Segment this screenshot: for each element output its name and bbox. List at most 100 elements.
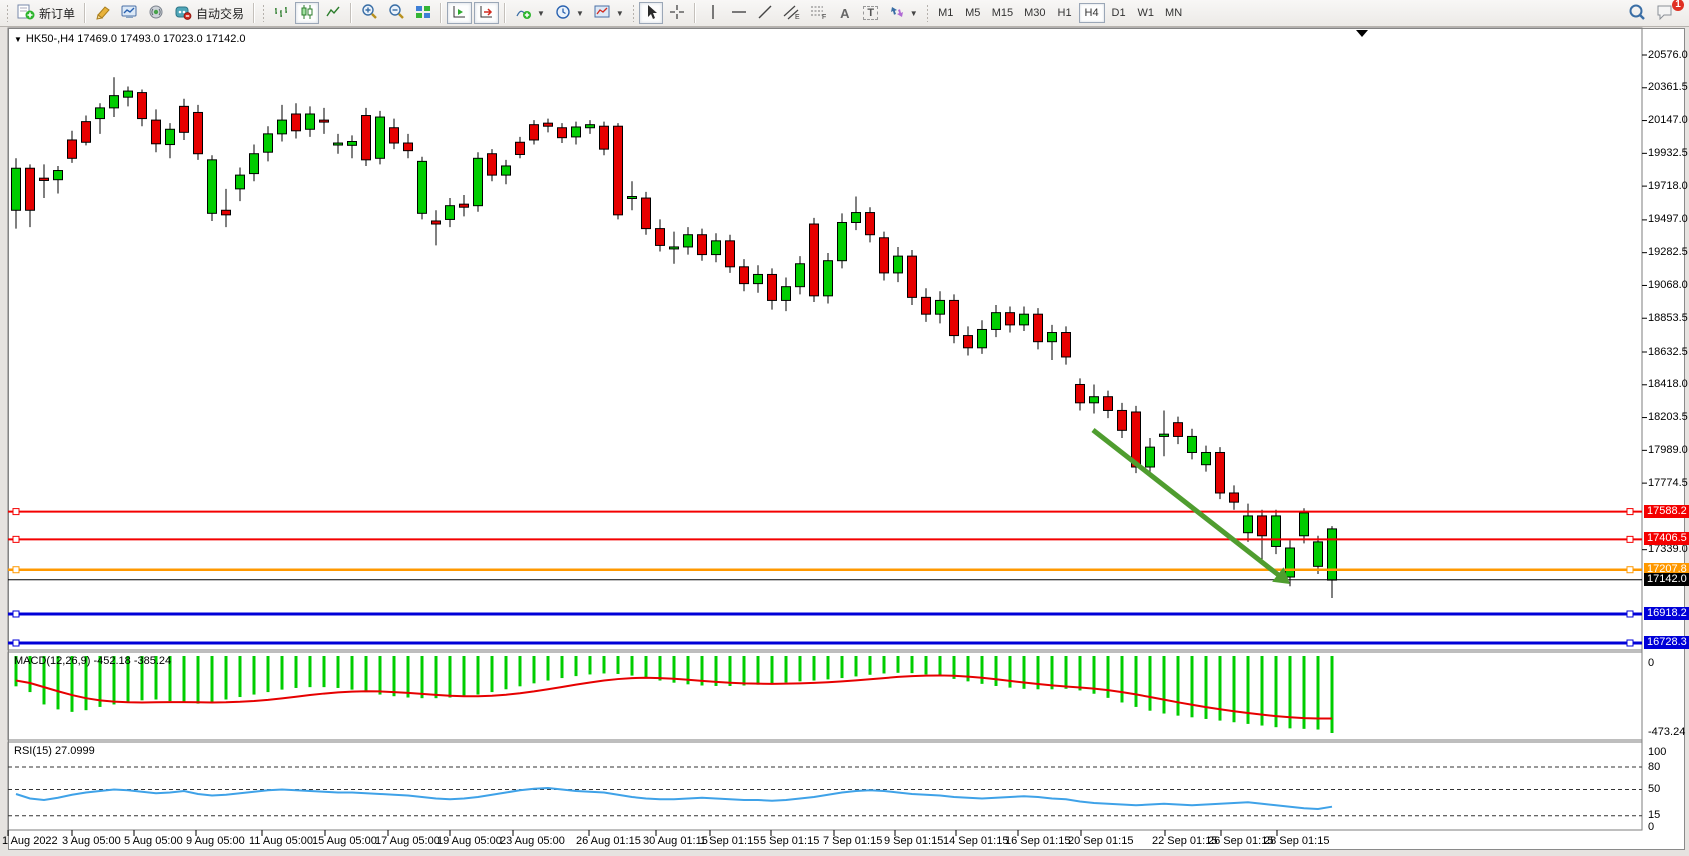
timeframe-button-h4[interactable]: H4 — [1079, 3, 1105, 23]
price-tick-label: 19932.5 — [1648, 147, 1688, 159]
cursor-icon — [644, 4, 658, 23]
indicators-icon — [515, 4, 532, 23]
timeframe-button-m30[interactable]: M30 — [1019, 3, 1050, 23]
price-line-tag: 16728.3 — [1644, 636, 1689, 649]
toolbar-drag-handle[interactable] — [632, 4, 635, 22]
robot-icon — [174, 4, 192, 23]
separator — [440, 3, 442, 23]
date-axis-label: 5 Aug 05:00 — [124, 835, 183, 847]
date-axis-label: 17 Aug 05:00 — [375, 835, 440, 847]
arrows-tool-button[interactable]: ▼ — [885, 2, 922, 24]
market-watch-button[interactable] — [117, 2, 142, 24]
macd-axis-min-label: -473.24 — [1648, 726, 1685, 738]
new-order-icon — [17, 4, 35, 23]
text-tool-button[interactable]: A — [833, 2, 857, 24]
crosshair-icon — [669, 4, 685, 23]
date-axis-label: 19 Aug 05:00 — [437, 835, 502, 847]
vertical-line-icon — [707, 4, 719, 23]
toolbar-drag-handle[interactable] — [926, 4, 929, 22]
bar-chart-mode-button[interactable] — [269, 2, 293, 24]
one-click-trading-collapse-icon[interactable]: ▼ — [14, 35, 22, 44]
svg-text:E: E — [795, 14, 800, 20]
toolbar-drag-handle[interactable] — [262, 4, 265, 22]
chart-window — [8, 28, 1685, 850]
price-tick-label: 19718.0 — [1648, 180, 1688, 192]
timeframe-button-m1[interactable]: M1 — [933, 3, 959, 23]
periods-button[interactable]: ▼ — [551, 2, 588, 24]
svg-text:F: F — [822, 14, 826, 20]
candlestick-mode-button[interactable] — [295, 2, 319, 24]
indicators-button[interactable]: ▼ — [511, 2, 549, 24]
chart-shift-icon — [478, 4, 495, 23]
zoom-out-button[interactable] — [384, 2, 409, 24]
price-tick-label: 19497.0 — [1648, 213, 1688, 225]
arrows-shapes-icon — [889, 4, 905, 23]
timeframe-button-d1[interactable]: D1 — [1106, 3, 1132, 23]
price-line-tag: 17588.2 — [1644, 505, 1689, 518]
toolbar-drag-handle[interactable] — [6, 4, 9, 22]
price-tick-label: 17774.5 — [1648, 477, 1688, 489]
new-order-button[interactable]: 新订单 — [13, 2, 79, 24]
chart-ohlc-text: HK50-,H4 17469.0 17493.0 17023.0 17142.0 — [26, 33, 246, 45]
rsi-pane-label: RSI(15) 27.0999 — [14, 745, 95, 757]
auto-scroll-button[interactable] — [447, 2, 472, 24]
price-tick-label: 18853.5 — [1648, 312, 1688, 324]
rsi-level-label: 0 — [1648, 821, 1654, 833]
zoom-out-icon — [388, 3, 405, 23]
zoom-in-button[interactable] — [357, 2, 382, 24]
date-axis-label: 9 Aug 05:00 — [186, 835, 245, 847]
bar-chart-icon — [273, 4, 289, 23]
timeframe-toolbar: M1M5M15M30H1H4D1W1MN — [933, 3, 1187, 23]
dropdown-caret: ▼ — [537, 9, 545, 18]
timeframe-button-h1[interactable]: H1 — [1052, 3, 1078, 23]
broadcast-button[interactable] — [144, 2, 168, 24]
fibonacci-tool-button[interactable]: F — [806, 2, 831, 24]
price-tick-label: 18418.0 — [1648, 378, 1688, 390]
timeframe-button-mn[interactable]: MN — [1160, 3, 1187, 23]
price-tick-label: 20576.0 — [1648, 49, 1688, 61]
rsi-level-label: 15 — [1648, 809, 1660, 821]
speaker-icon — [148, 4, 164, 23]
date-axis-label: 16 Sep 01:15 — [1005, 835, 1070, 847]
equidistant-channel-tool-button[interactable]: E — [779, 2, 804, 24]
window-bottom-strip — [0, 850, 1689, 856]
date-axis-label: 7 Sep 01:15 — [823, 835, 882, 847]
monitor-chart-icon — [121, 4, 138, 23]
crosshair-tool-button[interactable] — [665, 2, 689, 24]
price-tick-label: 19282.5 — [1648, 246, 1688, 258]
rsi-level-label: 80 — [1648, 761, 1660, 773]
chart-shift-button[interactable] — [474, 2, 499, 24]
price-tick-label: 19068.0 — [1648, 279, 1688, 291]
templates-button[interactable]: ▼ — [590, 2, 628, 24]
date-axis-label: 20 Sep 01:15 — [1068, 835, 1133, 847]
channel-icon: E — [783, 4, 800, 23]
timeframe-button-m5[interactable]: M5 — [960, 3, 986, 23]
date-axis-label: 1 Aug 2022 — [2, 835, 58, 847]
line-chart-mode-button[interactable] — [321, 2, 345, 24]
separator — [84, 3, 86, 23]
text-label-tool-button[interactable]: T — [859, 2, 883, 24]
dropdown-caret: ▼ — [910, 9, 918, 18]
trendline-icon — [757, 4, 773, 23]
fibonacci-icon: F — [810, 4, 827, 23]
price-tick-label: 17989.0 — [1648, 444, 1688, 456]
timeframe-button-m15[interactable]: M15 — [987, 3, 1018, 23]
rsi-level-label: 100 — [1648, 746, 1666, 758]
vertical-line-tool-button[interactable] — [701, 2, 725, 24]
auto-trading-button[interactable]: 自动交易 — [170, 2, 248, 24]
timeframe-button-w1[interactable]: W1 — [1133, 3, 1160, 23]
date-axis-label: 30 Aug 01:15 — [643, 835, 708, 847]
dropdown-caret: ▼ — [576, 9, 584, 18]
tile-windows-button[interactable] — [411, 2, 435, 24]
notification-badge: 1 — [1672, 0, 1684, 11]
clock-icon — [555, 4, 571, 23]
notifications-button[interactable]: 1 — [1652, 2, 1679, 24]
price-tick-label: 18203.5 — [1648, 411, 1688, 423]
cursor-tool-button[interactable] — [639, 2, 663, 24]
search-button[interactable] — [1624, 2, 1650, 24]
price-line-tag: 16918.2 — [1644, 607, 1689, 620]
date-axis-label: 11 Aug 05:00 — [249, 835, 313, 847]
styles-crayon-button[interactable] — [91, 2, 115, 24]
trendline-tool-button[interactable] — [753, 2, 777, 24]
horizontal-line-tool-button[interactable] — [727, 2, 751, 24]
